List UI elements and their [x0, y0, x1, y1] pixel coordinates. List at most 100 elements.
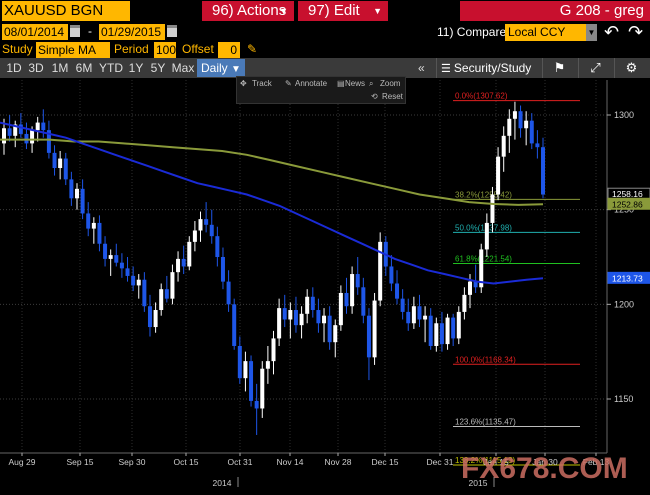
candle-body: [159, 289, 164, 311]
period-input[interactable]: 100: [154, 42, 176, 58]
date-tick-label: Dec 31: [427, 457, 454, 467]
offset-input[interactable]: 0: [218, 42, 240, 58]
candle-body: [249, 361, 254, 401]
watermark-text: FX678.COM: [461, 452, 628, 485]
candle-body: [187, 241, 192, 267]
candle-body: [170, 272, 175, 299]
period-label: Period: [114, 42, 149, 56]
date-tick-label: Nov 28: [325, 457, 352, 467]
candle-body: [35, 122, 40, 131]
candle-body: [176, 258, 181, 273]
end-date-input[interactable]: 01/29/2015: [99, 24, 165, 40]
fib-level-label: 50.0%(1237.98): [455, 223, 512, 232]
ticker-field[interactable]: XAUUSD BGN Curncy: [2, 1, 130, 39]
candle-body: [434, 323, 439, 346]
candle-body: [417, 306, 422, 320]
date-tick-label: Sep 15: [67, 457, 94, 467]
candle-body: [18, 124, 23, 134]
timeframe-6m[interactable]: 6M: [73, 58, 95, 78]
price-tag-label: 1213.73: [612, 273, 643, 283]
zoom-icon[interactable]: ⌕: [369, 79, 373, 89]
news-icon[interactable]: ▤: [337, 79, 345, 88]
candle-body: [153, 310, 158, 328]
candle-body: [243, 361, 248, 379]
timeframe-3d[interactable]: 3D: [26, 58, 46, 78]
candle-body: [389, 266, 394, 284]
title-bar: XAUUSD BGN Curncy 96) Actions ▼ 97) Edit…: [0, 0, 650, 39]
undo-icon[interactable]: ↶: [604, 22, 619, 43]
candle-body: [74, 188, 79, 199]
candle-body: [209, 224, 214, 237]
candle-body: [41, 122, 46, 131]
candle-body: [63, 158, 68, 180]
zoom-tool[interactable]: Zoom: [380, 79, 400, 88]
candle-body: [366, 315, 371, 358]
candle-body: [232, 304, 237, 346]
candle-body: [52, 152, 57, 169]
flag-icon[interactable]: ⚑: [542, 58, 576, 78]
fib-level-label: 0.0%(1307.62): [455, 92, 508, 101]
news-tool[interactable]: News: [345, 79, 365, 88]
study-select[interactable]: Simple MA: [36, 42, 110, 58]
candle-body: [271, 338, 276, 362]
annotate-tool[interactable]: Annotate: [295, 79, 327, 88]
candle-body: [299, 313, 304, 326]
candle-body: [254, 400, 259, 409]
calendar-icon[interactable]: [167, 25, 177, 37]
timeframe-1y[interactable]: 1Y: [126, 58, 146, 78]
candle-body: [114, 255, 119, 263]
study-label: Study: [2, 42, 33, 56]
compare-button[interactable]: 11) Compare: [437, 25, 506, 39]
start-date-input[interactable]: 08/01/2014: [2, 24, 68, 40]
candle-body: [204, 219, 209, 225]
timeframe-5y[interactable]: 5Y: [148, 58, 168, 78]
pencil-icon[interactable]: ✎: [247, 42, 257, 56]
candle-body: [192, 230, 197, 242]
candle-body: [322, 315, 327, 324]
candle-body: [282, 308, 287, 320]
candle-body: [361, 287, 366, 316]
candle-body: [80, 188, 85, 214]
candle-body: [86, 213, 91, 229]
candle-body: [265, 361, 270, 369]
redo-icon[interactable]: ↷: [628, 22, 643, 43]
security-study-button[interactable]: ☰ Security/Study: [436, 58, 542, 78]
candle-body: [108, 255, 113, 259]
frequency-select[interactable]: Daily ▼: [197, 59, 245, 77]
candle-body: [372, 300, 377, 358]
date-tick-label: Oct 15: [173, 457, 198, 467]
gear-icon[interactable]: ⚙: [614, 58, 648, 78]
price-chart[interactable]: 0.0%(1307.62) 38.2%(1255.42) 50.0%(1237.98…: [0, 78, 650, 495]
candle-body: [293, 310, 298, 326]
candle-body: [462, 294, 467, 312]
actions-menu[interactable]: 96) Actions ▼: [202, 1, 294, 21]
candle-body: [333, 325, 338, 343]
candle-body: [355, 274, 360, 288]
candle-body: [439, 323, 444, 345]
calendar-icon[interactable]: [70, 25, 80, 37]
candle-body: [125, 268, 130, 276]
candle-body: [512, 111, 517, 119]
timeframe-1d[interactable]: 1D: [4, 58, 24, 78]
candle-body: [164, 289, 169, 299]
candle-body: [490, 194, 495, 223]
candle-body: [119, 262, 124, 269]
candle-body: [541, 147, 545, 195]
track-icon[interactable]: ✥: [240, 79, 247, 88]
timeframe-ytd[interactable]: YTD: [97, 58, 125, 78]
reset-icon[interactable]: ⟲: [371, 92, 378, 101]
edit-menu[interactable]: 97) Edit ▼: [298, 1, 388, 21]
caret-down-icon: ▼: [231, 64, 241, 75]
currency-select[interactable]: Local CCY ▼: [505, 24, 597, 41]
candle-body: [310, 296, 315, 311]
timeframe-1m[interactable]: 1M: [49, 58, 71, 78]
collapse-panel-button[interactable]: «: [418, 58, 425, 78]
frequency-value: Daily: [201, 61, 228, 75]
reset-tool[interactable]: Reset: [382, 92, 403, 101]
candle-body: [277, 308, 282, 339]
timeframe-max[interactable]: Max: [170, 58, 196, 78]
fullscreen-icon[interactable]: ⤢: [578, 58, 612, 78]
track-tool[interactable]: Track: [252, 79, 272, 88]
annotate-icon[interactable]: ✎: [285, 79, 292, 88]
candle-body: [58, 158, 63, 169]
